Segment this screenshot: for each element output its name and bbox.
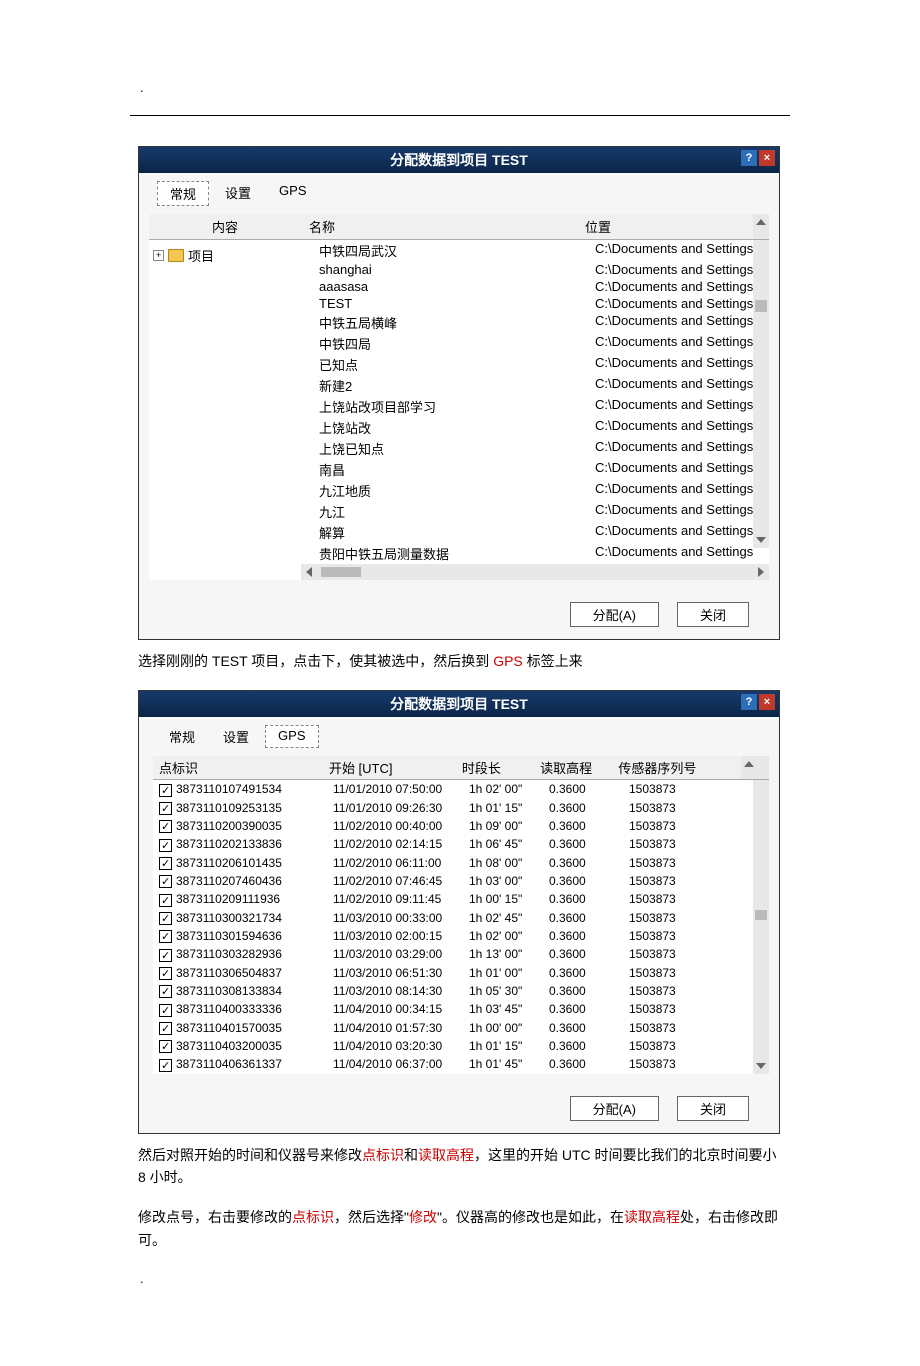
checkbox[interactable] (159, 930, 172, 943)
dialog-assign-data-2: 分配数据到项目 TEST ? × 常规 设置 GPS 点标识 开始 [UTC] … (138, 690, 780, 1133)
tab-gps[interactable]: GPS (267, 181, 318, 206)
checkbox[interactable] (159, 894, 172, 907)
table-row[interactable]: 387311020213383611/02/2010 02:14:151h 06… (153, 835, 769, 853)
checkbox[interactable] (159, 912, 172, 925)
checkbox[interactable] (159, 784, 172, 797)
caption-2: 然后对照开始的时间和仪器号来修改点标识和读取高程，这里的开始 UTC 时间要比我… (138, 1144, 780, 1189)
dialog-title: 分配数据到项目 TEST (390, 696, 528, 712)
dialog-assign-data-1: 分配数据到项目 TEST ? × 常规 设置 GPS 内容 + 项目 (138, 146, 780, 640)
tree-panel: 内容 + 项目 (149, 214, 301, 580)
tree-header: 内容 (149, 214, 301, 240)
checkbox[interactable] (159, 820, 172, 833)
table-row[interactable]: 387311040157003511/04/2010 01:57:301h 00… (153, 1019, 769, 1037)
list-item[interactable]: TESTC:\Documents and Settings (301, 295, 769, 312)
caption-3: 修改点号，右击要修改的点标识，然后选择"修改"。仪器高的修改也是如此，在读取高程… (138, 1206, 780, 1251)
help-button[interactable]: ? (741, 694, 757, 710)
checkbox[interactable] (159, 967, 172, 980)
checkbox[interactable] (159, 985, 172, 998)
checkbox[interactable] (159, 839, 172, 852)
col-location[interactable]: 位置 (577, 214, 753, 239)
tab-general[interactable]: 常规 (157, 181, 209, 206)
table-row[interactable]: 387311040636133711/04/2010 06:37:001h 01… (153, 1055, 769, 1073)
caption-1: 选择刚刚的 TEST 项目，点击下，使其被选中，然后换到 GPS 标签上来 (138, 650, 780, 672)
list-item[interactable]: 上饶站改C:\Documents and Settings (301, 417, 769, 438)
list-item[interactable]: 九江地质C:\Documents and Settings (301, 480, 769, 501)
col-elevation[interactable]: 读取高程 (534, 756, 612, 779)
table-row[interactable]: 387311030032173411/03/2010 00:33:001h 02… (153, 909, 769, 927)
list-item[interactable]: 解算C:\Documents and Settings (301, 522, 769, 543)
list-item[interactable]: 贵阳中铁五局测量数据C:\Documents and Settings (301, 543, 769, 564)
expand-icon[interactable]: + (153, 250, 164, 261)
help-button[interactable]: ? (741, 150, 757, 166)
checkbox[interactable] (159, 857, 172, 870)
list-item[interactable]: 已知点C:\Documents and Settings (301, 354, 769, 375)
list-item[interactable]: 南昌C:\Documents and Settings (301, 459, 769, 480)
list-item[interactable]: 上饶站改项目部学习C:\Documents and Settings (301, 396, 769, 417)
table-row[interactable]: 387311010925313511/01/2010 09:26:301h 01… (153, 799, 769, 817)
assign-button[interactable]: 分配(A) (570, 1096, 659, 1121)
assign-button[interactable]: 分配(A) (570, 602, 659, 627)
table-row[interactable]: 387311030650483711/03/2010 06:51:301h 01… (153, 964, 769, 982)
checkbox[interactable] (159, 875, 172, 888)
table-row[interactable]: 387311020610143511/02/2010 06:11:001h 08… (153, 854, 769, 872)
dialog-title: 分配数据到项目 TEST (390, 152, 528, 168)
list-item[interactable]: 新建2C:\Documents and Settings (301, 375, 769, 396)
table-row[interactable]: 387311030813383411/03/2010 08:14:301h 05… (153, 982, 769, 1000)
checkbox[interactable] (159, 1040, 172, 1053)
table-row[interactable]: 387311030159463611/03/2010 02:00:151h 02… (153, 927, 769, 945)
tab-settings[interactable]: 设置 (213, 181, 263, 206)
horizontal-scrollbar[interactable] (301, 564, 769, 580)
tab-gps[interactable]: GPS (265, 725, 318, 748)
table-row[interactable]: 387311040320003511/04/2010 03:20:301h 01… (153, 1037, 769, 1055)
tabs: 常规 设置 GPS (139, 717, 779, 748)
col-name[interactable]: 名称 (301, 214, 577, 239)
col-point-id[interactable]: 点标识 (153, 756, 323, 779)
titlebar: 分配数据到项目 TEST ? × (139, 147, 779, 173)
gps-grid: 点标识 开始 [UTC] 时段长 读取高程 传感器序列号 38731101074… (153, 756, 769, 1073)
tabs: 常规 设置 GPS (139, 173, 779, 206)
checkbox[interactable] (159, 802, 172, 815)
tree-root[interactable]: + 项目 (153, 246, 297, 265)
list-item[interactable]: 九江C:\Documents and Settings (301, 501, 769, 522)
vertical-scrollbar[interactable] (753, 240, 769, 548)
table-row[interactable]: 387311020746043611/02/2010 07:46:451h 03… (153, 872, 769, 890)
close-button-footer[interactable]: 关闭 (677, 602, 749, 627)
list-item[interactable]: 上饶已知点C:\Documents and Settings (301, 438, 769, 459)
scroll-up-icon[interactable] (741, 756, 769, 779)
tab-general[interactable]: 常规 (157, 725, 207, 748)
col-start[interactable]: 开始 [UTC] (323, 756, 456, 779)
list-item[interactable]: 中铁四局C:\Documents and Settings (301, 333, 769, 354)
list-item[interactable]: 中铁四局武汉C:\Documents and Settings (301, 240, 769, 261)
checkbox[interactable] (159, 1004, 172, 1017)
table-row[interactable]: 387311020911193611/02/2010 09:11:451h 00… (153, 890, 769, 908)
titlebar: 分配数据到项目 TEST ? × (139, 691, 779, 717)
table-row[interactable]: 387311030328293611/03/2010 03:29:001h 13… (153, 945, 769, 963)
col-sensor-sn[interactable]: 传感器序列号 (612, 756, 741, 779)
checkbox[interactable] (159, 1059, 172, 1072)
folder-icon (168, 249, 184, 262)
col-duration[interactable]: 时段长 (456, 756, 534, 779)
checkbox[interactable] (159, 1022, 172, 1035)
table-row[interactable]: 387311010749153411/01/2010 07:50:001h 02… (153, 780, 769, 798)
tree-root-label: 项目 (188, 246, 214, 265)
list-item[interactable]: shanghaiC:\Documents and Settings (301, 261, 769, 278)
close-button[interactable]: × (759, 694, 775, 710)
close-button[interactable]: × (759, 150, 775, 166)
list-item[interactable]: aaasasaC:\Documents and Settings (301, 278, 769, 295)
scroll-up-icon[interactable] (753, 214, 769, 239)
tab-settings[interactable]: 设置 (211, 725, 261, 748)
list-item[interactable]: 中铁五局横峰C:\Documents and Settings (301, 312, 769, 333)
table-row[interactable]: 387311020039003511/02/2010 00:40:001h 09… (153, 817, 769, 835)
vertical-scrollbar[interactable] (753, 780, 769, 1073)
list-panel: 名称 位置 中铁四局武汉C:\Documents and Settingssha… (301, 214, 769, 580)
close-button-footer[interactable]: 关闭 (677, 1096, 749, 1121)
checkbox[interactable] (159, 949, 172, 962)
table-row[interactable]: 387311040033333611/04/2010 00:34:151h 03… (153, 1000, 769, 1018)
